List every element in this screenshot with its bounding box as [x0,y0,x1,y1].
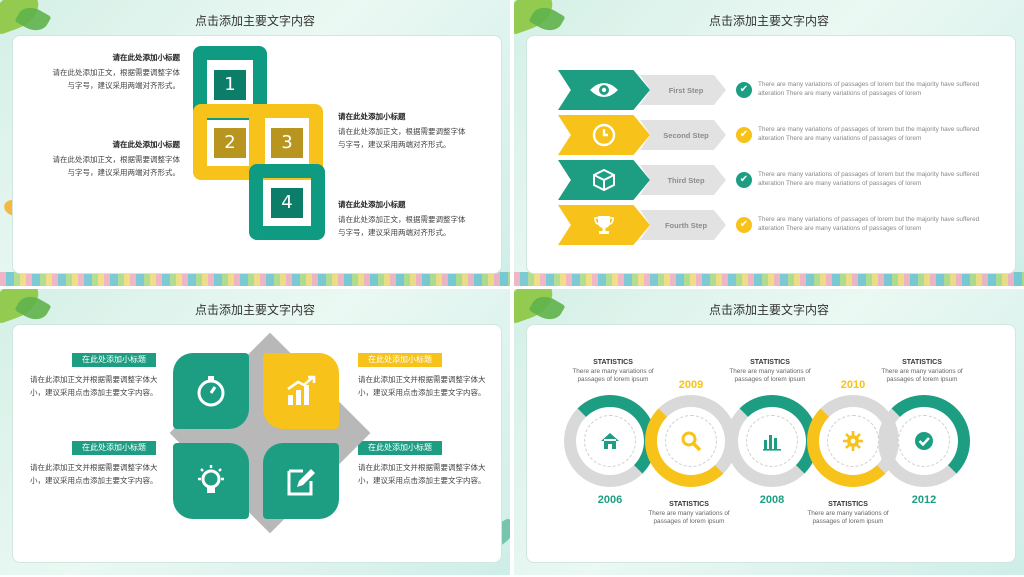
subheading: 请在此处添加小标题 [112,53,181,62]
body-text-4: 请在此添加正文并根据需要调整字体大小，建议采用点击添加主要文字内容。 [358,463,486,485]
year-label: 2008 [759,494,785,506]
floral-border [514,272,1024,286]
subtitle-tag-3: 在此处添加小标题 [358,353,442,367]
subtitle-tag-4: 在此处添加小标题 [358,441,442,455]
body-text: 请在此处添加正文，根据需要调整字体与字号，建议采用两端对齐形式。 [52,155,181,177]
cube-icon [558,160,650,200]
check-icon: ✔ [736,172,752,188]
step-description: There are many variations of passages of… [758,81,980,97]
eye-icon [558,70,650,110]
stopwatch-icon [173,353,249,429]
clock-icon [558,115,650,155]
text-block-1: 请在此处添加小标题 请在此处添加正文，根据需要调整字体与字号，建议采用两端对齐形… [50,51,181,92]
step-description: There are many variations of passages of… [758,171,980,187]
check-circle-icon [898,415,950,467]
step-label: Third Step [640,165,726,195]
step-number-1: 1 [214,70,246,100]
slide-title: 点击添加主要文字内容 [708,14,829,28]
floral-border [0,272,510,286]
step-number-2: 2 [214,128,246,158]
search-icon [665,415,717,467]
text-block-4: 请在此处添加小标题 请在此处添加正文，根据需要调整字体与字号，建议采用两端对齐形… [338,198,470,239]
year-label: 2012 [911,494,937,506]
body-text: 请在此处添加正文，根据需要调整字体与字号，建议采用两端对齐形式。 [338,215,466,237]
edit-icon [263,443,339,519]
slide-thumbnail-3[interactable]: 点击添加主要文字内容 在此处添加小标题 请在此添加正文并根据需要调整字体大小，建… [0,289,510,575]
slide-title: 点击添加主要文字内容 [194,14,315,28]
step-number-4: 4 [271,188,303,218]
statistics-note: STATISTICS There are many variations of … [881,359,963,383]
check-icon: ✔ [736,217,752,233]
year-label: 2009 [678,379,704,391]
body-text-2: 请在此添加正文并根据需要调整字体大小，建议采用点击添加主要文字内容。 [30,463,158,485]
slide-thumbnail-2[interactable]: 点击添加主要文字内容 First Step ✔ There are many v… [514,0,1024,286]
slide-title: 点击添加主要文字内容 [194,303,315,317]
subtitle-tag-2: 在此处添加小标题 [72,441,156,455]
subtitle-tag-1: 在此处添加小标题 [72,353,156,367]
slide-thumbnail-4[interactable]: 点击添加主要文字内容 2006 2009 2008 2010 2012 STAT… [514,289,1024,575]
check-icon: ✔ [736,82,752,98]
statistics-note: STATISTICS There are many variations of … [807,501,889,525]
slide-title: 点击添加主要文字内容 [708,303,829,317]
statistics-note: STATISTICS There are many variations of … [729,359,811,383]
home-icon [584,415,636,467]
chart-up-icon [263,353,339,429]
body-text: 请在此处添加正文，根据需要调整字体与字号，建议采用两端对齐形式。 [52,68,181,90]
statistics-note: STATISTICS There are many variations of … [572,359,654,383]
text-block-2: 请在此处添加小标题 请在此处添加正文，根据需要调整字体与字号，建议采用两端对齐形… [50,138,181,179]
statistics-note: STATISTICS There are many variations of … [648,501,730,525]
check-icon: ✔ [736,127,752,143]
subheading: 请在此处添加小标题 [338,200,406,209]
subheading: 请在此处添加小标题 [338,112,406,121]
body-text-3: 请在此添加正文并根据需要调整字体大小，建议采用点击添加主要文字内容。 [358,375,486,397]
step-description: There are many variations of passages of… [758,216,980,232]
trophy-icon [558,205,650,245]
year-label: 2006 [597,494,623,506]
step-number-3: 3 [271,128,303,158]
gear-icon [827,415,879,467]
text-block-3: 请在此处添加小标题 请在此处添加正文，根据需要调整字体与字号，建议采用两端对齐形… [338,110,470,151]
lightbulb-icon [173,443,249,519]
body-text: 请在此处添加正文，根据需要调整字体与字号，建议采用两端对齐形式。 [338,127,466,149]
step-label: Second Step [640,120,726,150]
step-description: There are many variations of passages of… [758,126,980,142]
subheading: 请在此处添加小标题 [112,140,181,149]
bar-chart-icon [746,415,798,467]
body-text-1: 请在此添加正文并根据需要调整字体大小，建议采用点击添加主要文字内容。 [30,375,158,397]
step-label: Fourth Step [640,210,726,240]
step-label: First Step [640,75,726,105]
slide-thumbnail-1[interactable]: 点击添加主要文字内容 请在此处添加小标题 请在此处添加正文，根据需要调整字体与字… [0,0,510,286]
